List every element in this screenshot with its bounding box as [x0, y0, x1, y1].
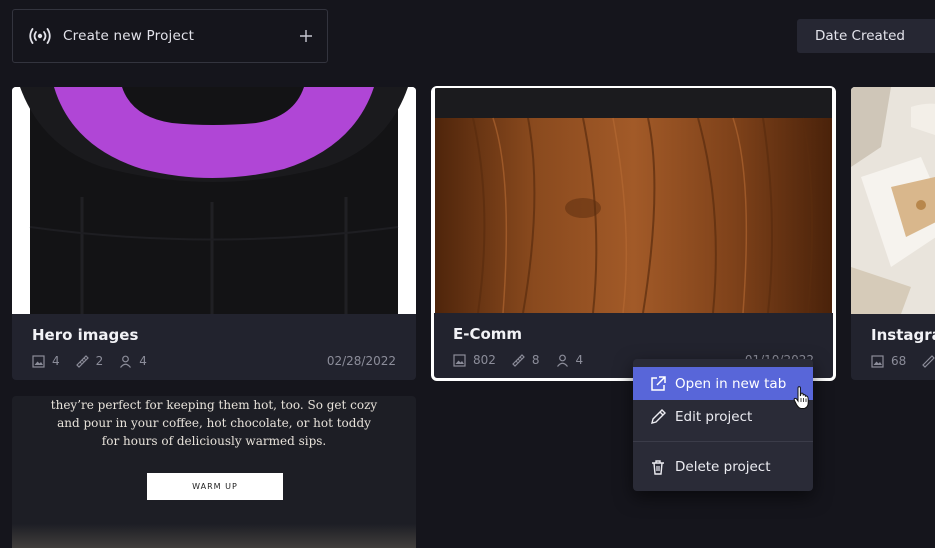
project-title: Hero images [32, 326, 139, 344]
food-photo-image [851, 87, 935, 314]
project-card-hero-images[interactable]: Hero images 4 2 4 02/28/2022 [12, 87, 416, 380]
menu-item-label: Open in new tab [675, 375, 787, 392]
promo-line: for hours of deliciously warmed sips. [101, 434, 327, 448]
project-thumbnail [851, 87, 935, 314]
image-icon [32, 354, 45, 368]
create-project-button[interactable]: Create new Project [12, 9, 328, 63]
project-card-e-comm[interactable]: E-Comm 802 8 4 01/10/2022 [431, 86, 836, 381]
image-count: 4 [52, 354, 60, 368]
annotation-count: 8 [531, 353, 540, 367]
project-date: 02/28/2022 [326, 354, 396, 368]
project-title: Instagram [871, 326, 935, 344]
ruler-icon [922, 354, 935, 368]
user-icon [556, 354, 568, 367]
ruler-icon [512, 353, 525, 367]
member-count: 4 [139, 354, 147, 368]
project-title: E-Comm [453, 325, 523, 343]
sort-dropdown[interactable]: Date Created [797, 19, 935, 53]
member-count: 4 [575, 353, 584, 367]
wood-tumbler-image [433, 88, 834, 313]
image-icon [871, 354, 884, 368]
create-project-label: Create new Project [63, 28, 195, 44]
menu-item-label: Edit project [675, 408, 753, 425]
external-link-icon [651, 375, 666, 391]
promo-line: they’re perfect for keeping them hot, to… [50, 398, 378, 412]
hand-cursor-icon [793, 386, 809, 409]
warm-up-button: WARM UP [147, 473, 283, 500]
plus-icon [300, 30, 312, 42]
promo-text: they’re perfect for keeping them hot, to… [12, 396, 416, 450]
project-card-promo[interactable]: they’re perfect for keeping them hot, to… [12, 396, 416, 548]
sort-label: Date Created [815, 28, 905, 44]
menu-open-new-tab[interactable]: Open in new tab [633, 367, 813, 400]
project-thumbnail [12, 87, 416, 314]
project-context-menu: Open in new tab Edit project Delete proj… [633, 359, 813, 491]
ruler-icon [75, 354, 89, 368]
image-count: 68 [891, 354, 907, 368]
pencil-icon [651, 408, 666, 424]
broadcast-icon [29, 28, 51, 44]
annotation-count: 2 [95, 354, 104, 368]
image-icon [453, 353, 466, 367]
menu-edit-project[interactable]: Edit project [633, 400, 813, 433]
trash-icon [652, 459, 664, 475]
project-card-instagram[interactable]: Instagram 68 [851, 87, 935, 380]
promo-photo-strip [12, 524, 416, 548]
menu-item-label: Delete project [675, 458, 771, 475]
project-thumbnail [433, 88, 834, 313]
neoprene-sleeve-image [12, 87, 416, 314]
image-count: 802 [473, 353, 496, 367]
menu-delete-project[interactable]: Delete project [633, 450, 813, 483]
user-icon [120, 355, 132, 368]
promo-line: and pour in your coffee, hot chocolate, … [57, 416, 371, 430]
menu-divider [633, 441, 813, 442]
